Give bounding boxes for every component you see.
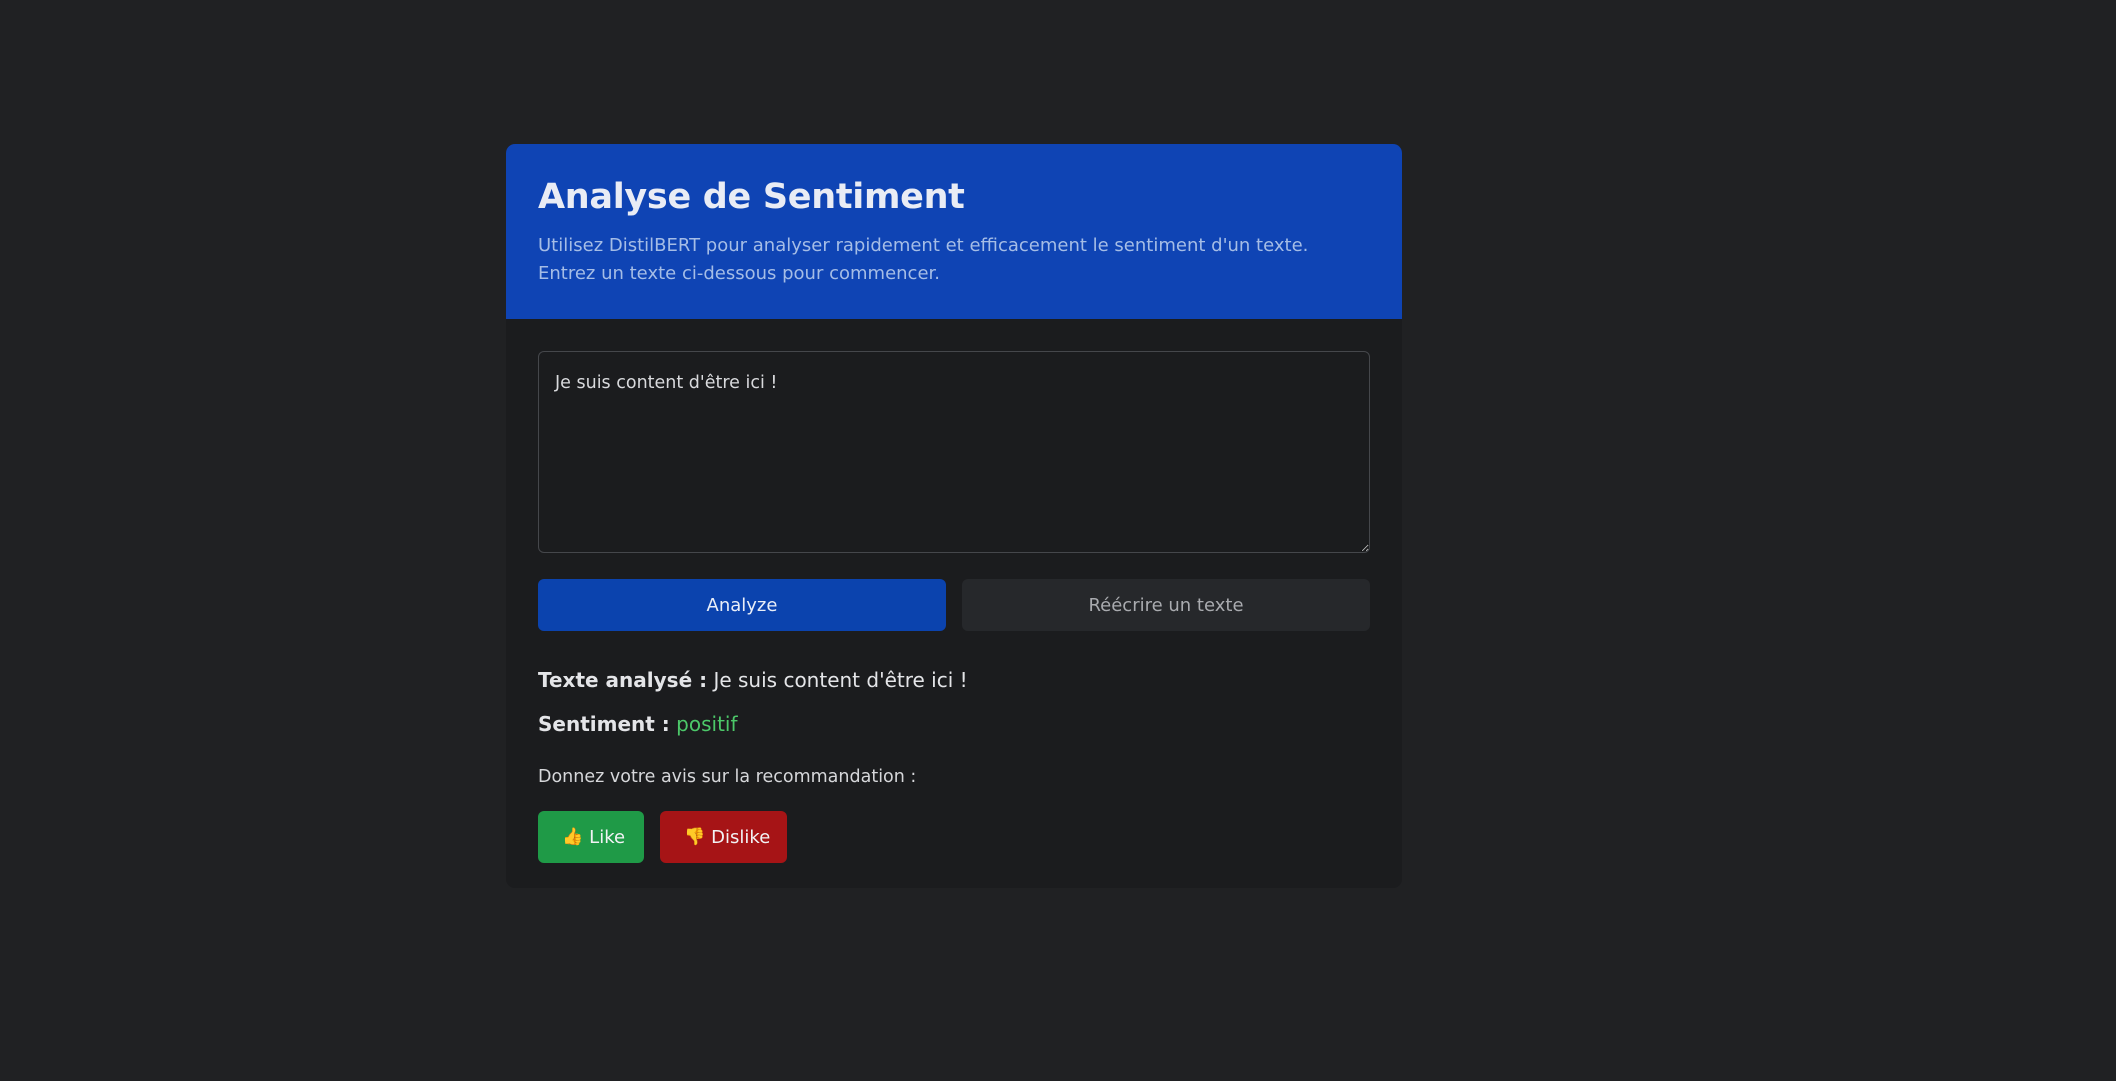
like-button[interactable]: 👍 Like xyxy=(538,811,644,863)
sentiment-row: Sentiment : positif xyxy=(538,711,1370,737)
sentiment-label: Sentiment : xyxy=(538,712,670,736)
text-input[interactable] xyxy=(538,351,1370,553)
card-body: Analyze Réécrire un texte Texte analysé … xyxy=(506,319,1402,863)
sentiment-card: Analyse de Sentiment Utilisez DistilBERT… xyxy=(506,144,1402,888)
analyzed-text-label: Texte analysé : xyxy=(538,668,708,692)
analyze-button[interactable]: Analyze xyxy=(538,579,946,631)
feedback-buttons: 👍 Like 👎 Dislike xyxy=(538,811,1370,863)
dislike-label: Dislike xyxy=(711,826,771,848)
thumbs-down-icon: 👎 xyxy=(684,826,706,847)
feedback-prompt: Donnez votre avis sur la recommandation … xyxy=(538,767,917,787)
page-title: Analyse de Sentiment xyxy=(538,177,965,217)
like-label: Like xyxy=(589,826,626,848)
thumbs-up-icon: 👍 xyxy=(562,826,584,847)
sentiment-value: positif xyxy=(676,712,738,736)
action-buttons: Analyze Réécrire un texte xyxy=(538,579,1370,631)
rewrite-button[interactable]: Réécrire un texte xyxy=(962,579,1370,631)
analyzed-text-row: Texte analysé : Je suis content d'être i… xyxy=(538,667,1370,693)
card-header: Analyse de Sentiment Utilisez DistilBERT… xyxy=(506,144,1402,319)
dislike-button[interactable]: 👎 Dislike xyxy=(660,811,787,863)
analyzed-text-value: Je suis content d'être ici ! xyxy=(713,668,968,692)
page-description: Utilisez DistilBERT pour analyser rapide… xyxy=(538,235,1309,284)
